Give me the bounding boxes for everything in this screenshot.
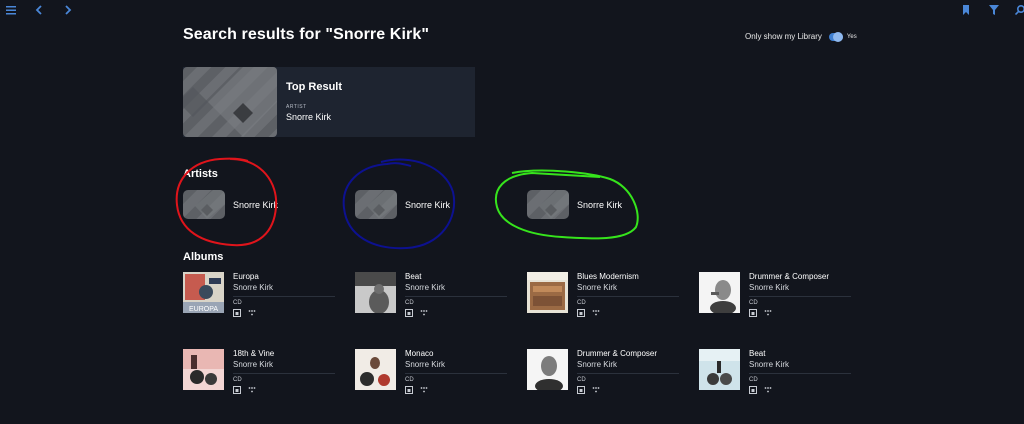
album-actions <box>233 309 256 317</box>
divider <box>233 296 335 297</box>
album-cover <box>355 349 396 390</box>
album-title: 18th & Vine <box>233 349 275 358</box>
library-toggle-label: Only show my Library <box>745 32 822 41</box>
album-format: CD <box>749 300 758 306</box>
album-item[interactable]: Monaco Snorre Kirk CD <box>355 349 507 409</box>
album-format: CD <box>577 300 586 306</box>
hamburger-menu-icon[interactable] <box>3 2 19 18</box>
album-cover <box>527 349 568 390</box>
divider <box>405 373 507 374</box>
library-filter-toggle[interactable]: Only show my Library Yes <box>745 31 857 42</box>
album-format: CD <box>405 300 414 306</box>
divider <box>749 373 851 374</box>
divider <box>405 296 507 297</box>
divider <box>577 296 679 297</box>
album-item[interactable]: Beat Snorre Kirk CD <box>355 272 507 332</box>
album-artist: Snorre Kirk <box>233 283 274 292</box>
album-item[interactable]: Drummer & Composer Snorre Kirk CD <box>527 349 679 409</box>
top-result-type: ARTIST <box>286 104 307 110</box>
search-icon[interactable] <box>1012 2 1024 18</box>
album-artist: Snorre Kirk <box>749 283 790 292</box>
album-title: Drummer & Composer <box>749 272 830 281</box>
chevron-left-icon[interactable] <box>31 2 47 18</box>
album-cover: EUROPA <box>183 272 224 313</box>
album-title: Beat <box>405 272 422 281</box>
more-options-icon[interactable] <box>248 309 256 317</box>
album-cover <box>355 272 396 313</box>
album-item[interactable]: EUROPA Europa Snorre Kirk CD <box>183 272 335 332</box>
red-annotation-circle <box>175 157 278 247</box>
top-result-name: Snorre Kirk <box>286 112 332 122</box>
library-icon[interactable] <box>749 309 757 317</box>
toggle-knob <box>832 31 843 42</box>
blue-annotation-circle <box>342 158 456 250</box>
divider <box>577 373 679 374</box>
library-icon[interactable] <box>233 309 241 317</box>
library-icon[interactable] <box>577 309 585 317</box>
library-icon[interactable] <box>405 386 413 394</box>
more-options-icon[interactable] <box>420 386 428 394</box>
album-actions <box>405 309 428 317</box>
library-icon[interactable] <box>577 386 585 394</box>
chevron-right-icon[interactable] <box>60 2 76 18</box>
more-options-icon[interactable] <box>420 309 428 317</box>
album-artist: Snorre Kirk <box>233 360 274 369</box>
bookmark-icon[interactable] <box>958 2 974 18</box>
top-result-heading: Top Result <box>286 81 343 93</box>
album-actions <box>577 309 600 317</box>
album-format: CD <box>405 377 414 383</box>
album-format: CD <box>233 300 242 306</box>
filter-icon[interactable] <box>986 2 1002 18</box>
page-title: Search results for "Snorre Kirk" <box>183 26 430 43</box>
album-title: Drummer & Composer <box>577 349 658 358</box>
album-title: Beat <box>749 349 766 358</box>
album-format: CD <box>233 377 242 383</box>
album-artist: Snorre Kirk <box>405 283 446 292</box>
album-title: Monaco <box>405 349 434 358</box>
more-options-icon[interactable] <box>592 309 600 317</box>
top-result-artwork <box>183 67 277 137</box>
divider <box>233 373 335 374</box>
more-options-icon[interactable] <box>764 386 772 394</box>
album-actions <box>577 386 600 394</box>
album-actions <box>749 309 772 317</box>
album-format: CD <box>577 377 586 383</box>
album-cover <box>699 349 740 390</box>
album-title: Europa <box>233 272 259 281</box>
album-item[interactable]: Drummer & Composer Snorre Kirk CD <box>699 272 851 332</box>
top-result-card[interactable] <box>183 67 475 137</box>
toggle-state-label: Yes <box>846 33 857 40</box>
album-item[interactable]: Blues Modernism Snorre Kirk CD <box>527 272 679 332</box>
album-artist: Snorre Kirk <box>577 283 618 292</box>
more-options-icon[interactable] <box>764 309 772 317</box>
album-format: CD <box>749 377 758 383</box>
library-icon[interactable] <box>233 386 241 394</box>
library-icon[interactable] <box>749 386 757 394</box>
album-artist: Snorre Kirk <box>405 360 446 369</box>
green-annotation-circle <box>494 169 639 240</box>
album-artist: Snorre Kirk <box>749 360 790 369</box>
album-actions <box>749 386 772 394</box>
album-artist: Snorre Kirk <box>577 360 618 369</box>
album-actions <box>233 386 256 394</box>
more-options-icon[interactable] <box>592 386 600 394</box>
more-options-icon[interactable] <box>248 386 256 394</box>
top-toolbar <box>0 0 1024 20</box>
album-cover <box>527 272 568 313</box>
album-actions <box>405 386 428 394</box>
album-item[interactable]: Beat Snorre Kirk CD <box>699 349 851 409</box>
albums-section-title: Albums <box>183 251 224 263</box>
album-cover <box>699 272 740 313</box>
album-cover <box>183 349 224 390</box>
divider <box>749 296 851 297</box>
album-item[interactable]: 18th & Vine Snorre Kirk CD <box>183 349 335 409</box>
album-cover-text: EUROPA <box>189 306 218 313</box>
toggle-switch[interactable] <box>828 31 843 42</box>
album-title: Blues Modernism <box>577 272 639 281</box>
library-icon[interactable] <box>405 309 413 317</box>
